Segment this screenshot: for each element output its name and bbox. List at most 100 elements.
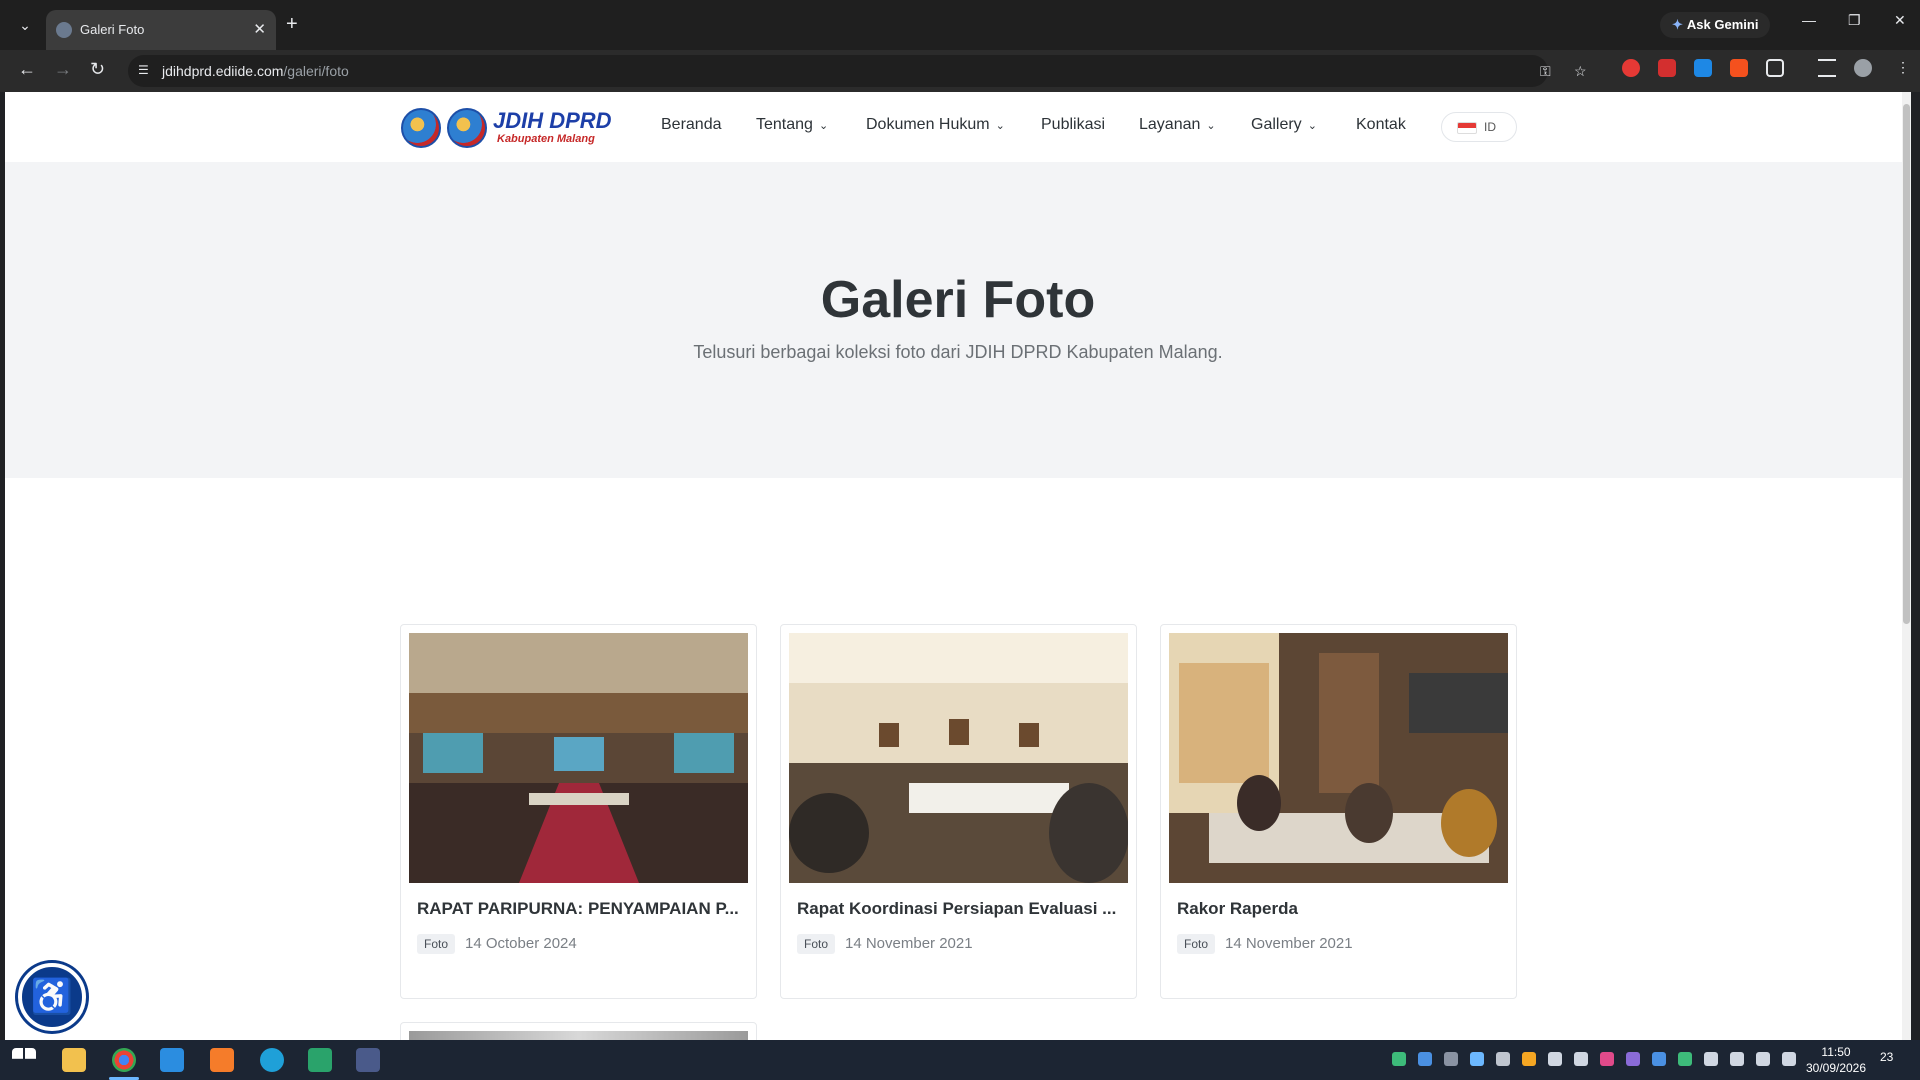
page-scrollbar[interactable] — [1902, 92, 1911, 1040]
gallery-photo[interactable] — [409, 633, 748, 883]
vscode-icon[interactable] — [160, 1048, 184, 1072]
profile-avatar-icon[interactable] — [1854, 59, 1872, 77]
logo-globe-icon — [447, 108, 487, 148]
window-close-icon[interactable]: ✕ — [1894, 12, 1906, 29]
gallery-card[interactable]: Rakor Raperda Foto 14 November 2021 — [1160, 624, 1517, 999]
category-badge: Foto — [417, 934, 456, 954]
extension-orange-icon[interactable] — [1730, 59, 1748, 77]
gallery-card-date: 14 November 2021 — [1225, 935, 1353, 952]
logo-subtitle: Kabupaten Malang — [497, 133, 595, 145]
gallery-card-date: 14 November 2021 — [845, 935, 973, 952]
tray-app-icon[interactable] — [1470, 1052, 1484, 1066]
chrome-icon[interactable] — [112, 1048, 136, 1072]
system-clock[interactable]: 11:50 30/09/2026 — [1798, 1044, 1874, 1076]
minimize-icon[interactable]: — — [1802, 12, 1816, 28]
language-code: ID — [1484, 120, 1496, 134]
chevron-down-icon: ⌄ — [1307, 120, 1317, 132]
url-path: /galeri/foto — [283, 63, 349, 79]
url-host: jdihdprd.ediide.com — [162, 63, 284, 79]
web-page: JDIH DPRD Kabupaten Malang Beranda Tenta… — [5, 92, 1911, 1040]
new-tab-button[interactable]: + — [286, 13, 298, 36]
tray-app-icon[interactable] — [1522, 1052, 1536, 1066]
chevron-down-icon: ⌄ — [995, 120, 1005, 132]
browser-toolbar: ← → ↻ ☰ jdihdprd.ediide.com/galeri/foto … — [0, 50, 1920, 92]
gallery-card-title[interactable]: Rapat Koordinasi Persiapan Evaluasi ... — [797, 899, 1122, 919]
bookmark-star-icon[interactable]: ☆ — [1574, 63, 1587, 80]
nav-beranda[interactable]: Beranda — [661, 116, 722, 134]
gallery-card-date: 14 October 2024 — [465, 935, 577, 952]
browser-tab[interactable]: Galeri Foto ✕ — [46, 10, 276, 50]
tray-headset-icon[interactable] — [1574, 1052, 1588, 1066]
back-arrow-icon[interactable]: ← — [18, 59, 36, 80]
gallery-photo[interactable] — [789, 633, 1128, 883]
browser-tab-strip: ⌄ Galeri Foto ✕ + ✦ Ask Gemini — ❐ ✕ — [0, 0, 1920, 50]
site-info-icon[interactable]: ☰ — [138, 63, 154, 79]
tab-close-icon[interactable]: ✕ — [253, 20, 266, 38]
extension-pdf-icon[interactable] — [1658, 59, 1676, 77]
gemini-spark-icon: ✦ — [1672, 17, 1683, 32]
gallery-card-title[interactable]: RAPAT PARIPURNA: PENYAMPAIAN P... — [417, 899, 742, 919]
nav-gallery[interactable]: Gallery ⌄ — [1251, 116, 1317, 134]
language-switcher[interactable]: ID — [1441, 112, 1517, 142]
extensions-puzzle-icon[interactable] — [1766, 59, 1784, 77]
tray-app-icon[interactable] — [1600, 1052, 1614, 1066]
tray-app-icon[interactable] — [1392, 1052, 1406, 1066]
extension-s-icon[interactable] — [1694, 59, 1712, 77]
tray-app-icon[interactable] — [1418, 1052, 1432, 1066]
clock-date: 30/09/2026 — [1805, 1061, 1867, 1075]
tray-app-icon[interactable] — [1678, 1052, 1692, 1066]
logo-emblem-icon — [401, 108, 441, 148]
reading-list-icon[interactable] — [1818, 59, 1836, 77]
site-logo[interactable]: JDIH DPRD Kabupaten Malang — [401, 106, 613, 150]
browser-menu-icon[interactable]: ⋮ — [1896, 59, 1910, 76]
tray-pen-icon[interactable] — [1626, 1052, 1640, 1066]
nav-tentang-label: Tentang — [756, 116, 813, 133]
chevron-down-icon: ⌄ — [1206, 120, 1216, 132]
tray-app-icon[interactable] — [1730, 1052, 1744, 1066]
site-header: JDIH DPRD Kabupaten Malang Beranda Tenta… — [5, 92, 1911, 162]
gallery-card-partial[interactable] — [400, 1022, 757, 1040]
tab-title: Galeri Foto — [80, 22, 145, 37]
address-bar[interactable]: ☰ jdihdprd.ediide.com/galeri/foto ⚿ ☆ — [128, 55, 1587, 87]
nav-publikasi[interactable]: Publikasi — [1041, 116, 1105, 134]
forward-arrow-icon[interactable]: → — [54, 59, 72, 80]
bluetooth-icon[interactable] — [1652, 1052, 1666, 1066]
gallery-card[interactable]: Rapat Koordinasi Persiapan Evaluasi ... … — [780, 624, 1137, 999]
tray-app-icon[interactable] — [1496, 1052, 1510, 1066]
page-hero: Galeri Foto Telusuri berbagai koleksi fo… — [5, 162, 1911, 478]
tray-security-icon[interactable] — [1704, 1052, 1718, 1066]
tray-cloud-icon[interactable] — [1444, 1052, 1458, 1066]
edge-icon[interactable] — [260, 1048, 284, 1072]
sublime-icon[interactable] — [210, 1048, 234, 1072]
logo-title: JDIH DPRD — [493, 108, 612, 133]
clock-time: 11:50 — [1821, 1045, 1851, 1059]
accessibility-button[interactable]: ♿ — [18, 963, 86, 1031]
scrollbar-thumb[interactable] — [1903, 104, 1910, 624]
start-windows-icon[interactable] — [12, 1048, 36, 1072]
reload-icon[interactable]: ↻ — [90, 59, 105, 80]
gallery-photo[interactable] — [1169, 633, 1508, 883]
nav-kontak[interactable]: Kontak — [1356, 116, 1406, 134]
gallery-photo[interactable] — [409, 1031, 748, 1040]
notification-badge[interactable]: 23 — [1880, 1050, 1893, 1064]
url-text[interactable]: jdihdprd.ediide.com/galeri/foto — [162, 63, 349, 79]
network-icon[interactable] — [1756, 1052, 1770, 1066]
app-store-icon[interactable] — [308, 1048, 332, 1072]
nav-dokumen-hukum[interactable]: Dokumen Hukum ⌄ — [866, 116, 1005, 134]
gallery-card-title[interactable]: Rakor Raperda — [1177, 899, 1502, 919]
password-key-icon[interactable]: ⚿ — [1540, 63, 1551, 80]
file-explorer-icon[interactable] — [62, 1048, 86, 1072]
tray-shield-icon[interactable] — [1548, 1052, 1562, 1066]
nav-layanan[interactable]: Layanan ⌄ — [1139, 116, 1216, 134]
ask-gemini-button[interactable]: ✦ Ask Gemini — [1660, 12, 1771, 38]
gallery-card[interactable]: RAPAT PARIPURNA: PENYAMPAIAN P... Foto 1… — [400, 624, 757, 999]
app-terminal-icon[interactable] — [356, 1048, 380, 1072]
restore-icon[interactable]: ❐ — [1848, 12, 1861, 29]
nav-gallery-label: Gallery — [1251, 116, 1302, 133]
tab-search-chevron-icon[interactable]: ⌄ — [14, 14, 36, 36]
nav-tentang[interactable]: Tentang ⌄ — [756, 116, 828, 134]
os-taskbar: 11:50 30/09/2026 23 — [0, 1040, 1920, 1080]
category-badge: Foto — [797, 934, 836, 954]
volume-icon[interactable] — [1782, 1052, 1796, 1066]
extension-red-icon[interactable] — [1622, 59, 1640, 77]
